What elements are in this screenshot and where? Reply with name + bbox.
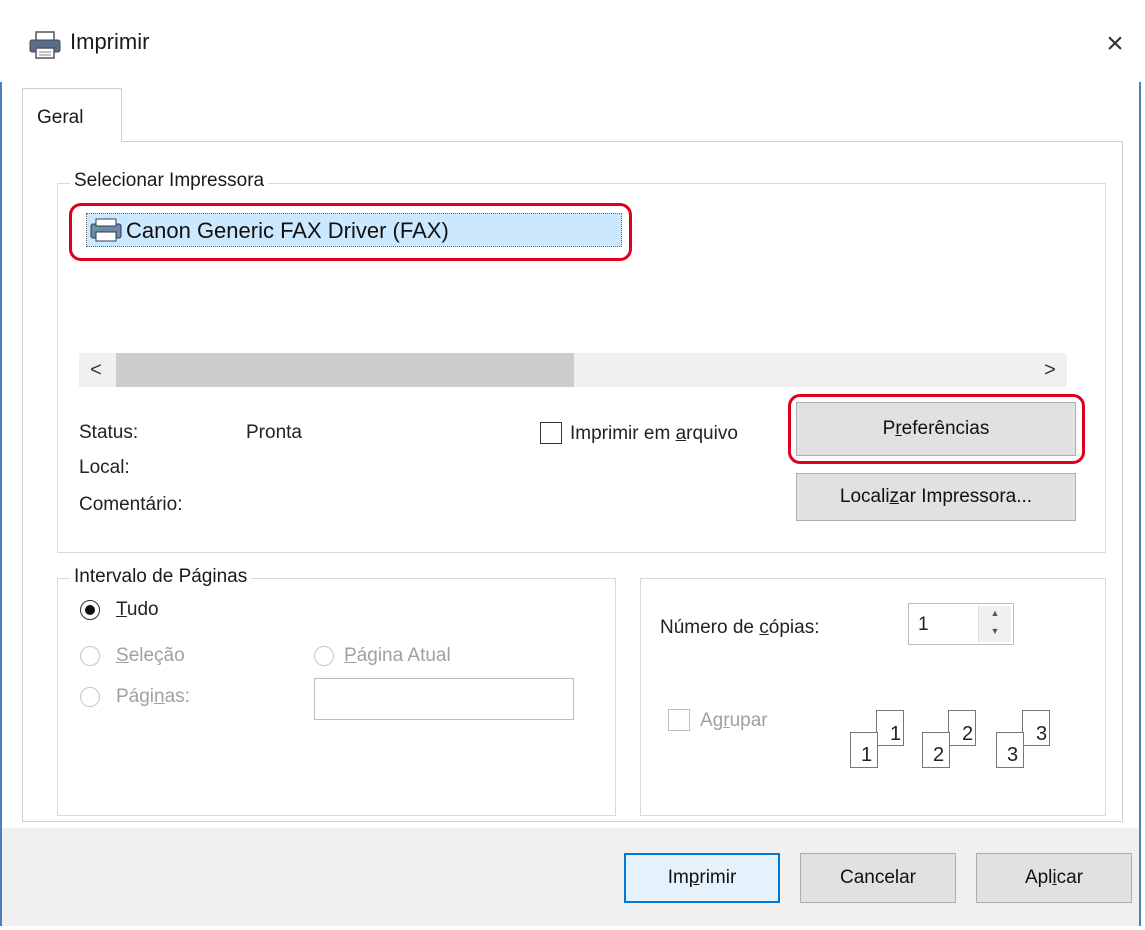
spin-up-icon[interactable]: ▲ [979,608,1011,618]
print-to-file-checkbox[interactable] [540,422,562,444]
radio-selection-label[interactable]: Seleção [116,645,185,667]
printer-icon [29,31,61,59]
collate-page-back-number: 2 [962,723,974,745]
apply-button[interactable]: Aplicar [976,853,1132,903]
select-printer-legend: Selecionar Impressora [70,170,269,192]
copies-value: 1 [918,614,929,635]
location-label: Local: [79,457,130,478]
highlight-ring-preferences [788,394,1085,464]
copies-group [640,578,1106,816]
comment-label: Comentário: [79,494,183,515]
window-title: Imprimir [70,29,150,54]
collate-checkbox[interactable] [668,709,690,731]
scrollbar-thumb[interactable] [116,353,574,387]
dialog-footer [2,828,1139,926]
radio-all[interactable] [80,600,100,620]
collate-label[interactable]: Agrupar [700,710,768,732]
collate-icon: 1 1 2 2 3 3 [846,708,1066,778]
scroll-right-icon[interactable]: > [1033,353,1067,387]
tab-geral[interactable]: Geral [22,88,122,142]
radio-pages-label[interactable]: Páginas: [116,686,190,708]
highlight-ring-printer [69,203,632,261]
radio-current-page-label[interactable]: Página Atual [344,645,451,667]
copies-label: Número de cópias: [660,617,820,638]
print-to-file-label[interactable]: Imprimir em arquivo [570,423,738,445]
title-bar[interactable] [0,0,1141,82]
radio-pages[interactable] [80,687,100,707]
radio-all-label[interactable]: Tudo [116,599,159,621]
radio-selection[interactable] [80,646,100,666]
find-printer-button[interactable]: Localizar Impressora... [796,473,1076,521]
scroll-left-icon[interactable]: < [79,353,113,387]
pages-input[interactable] [314,678,574,720]
collate-page-front-number: 2 [933,744,945,766]
status-value: Pronta [246,422,302,443]
collate-page-back-number: 1 [890,723,902,745]
page-range-legend: Intervalo de Páginas [70,566,252,588]
status-label: Status: [79,422,139,443]
print-button[interactable]: Imprimir [624,853,780,903]
copies-spinner[interactable]: ▲ ▼ [978,606,1011,642]
cancel-button[interactable]: Cancelar [800,853,956,903]
radio-current-page[interactable] [314,646,334,666]
collate-page-front-number: 1 [861,744,873,766]
spin-down-icon[interactable]: ▼ [979,626,1011,636]
collate-page-back-number: 3 [1036,723,1048,745]
collate-page-front-number: 3 [1007,744,1019,766]
close-button[interactable]: × [1095,24,1135,64]
